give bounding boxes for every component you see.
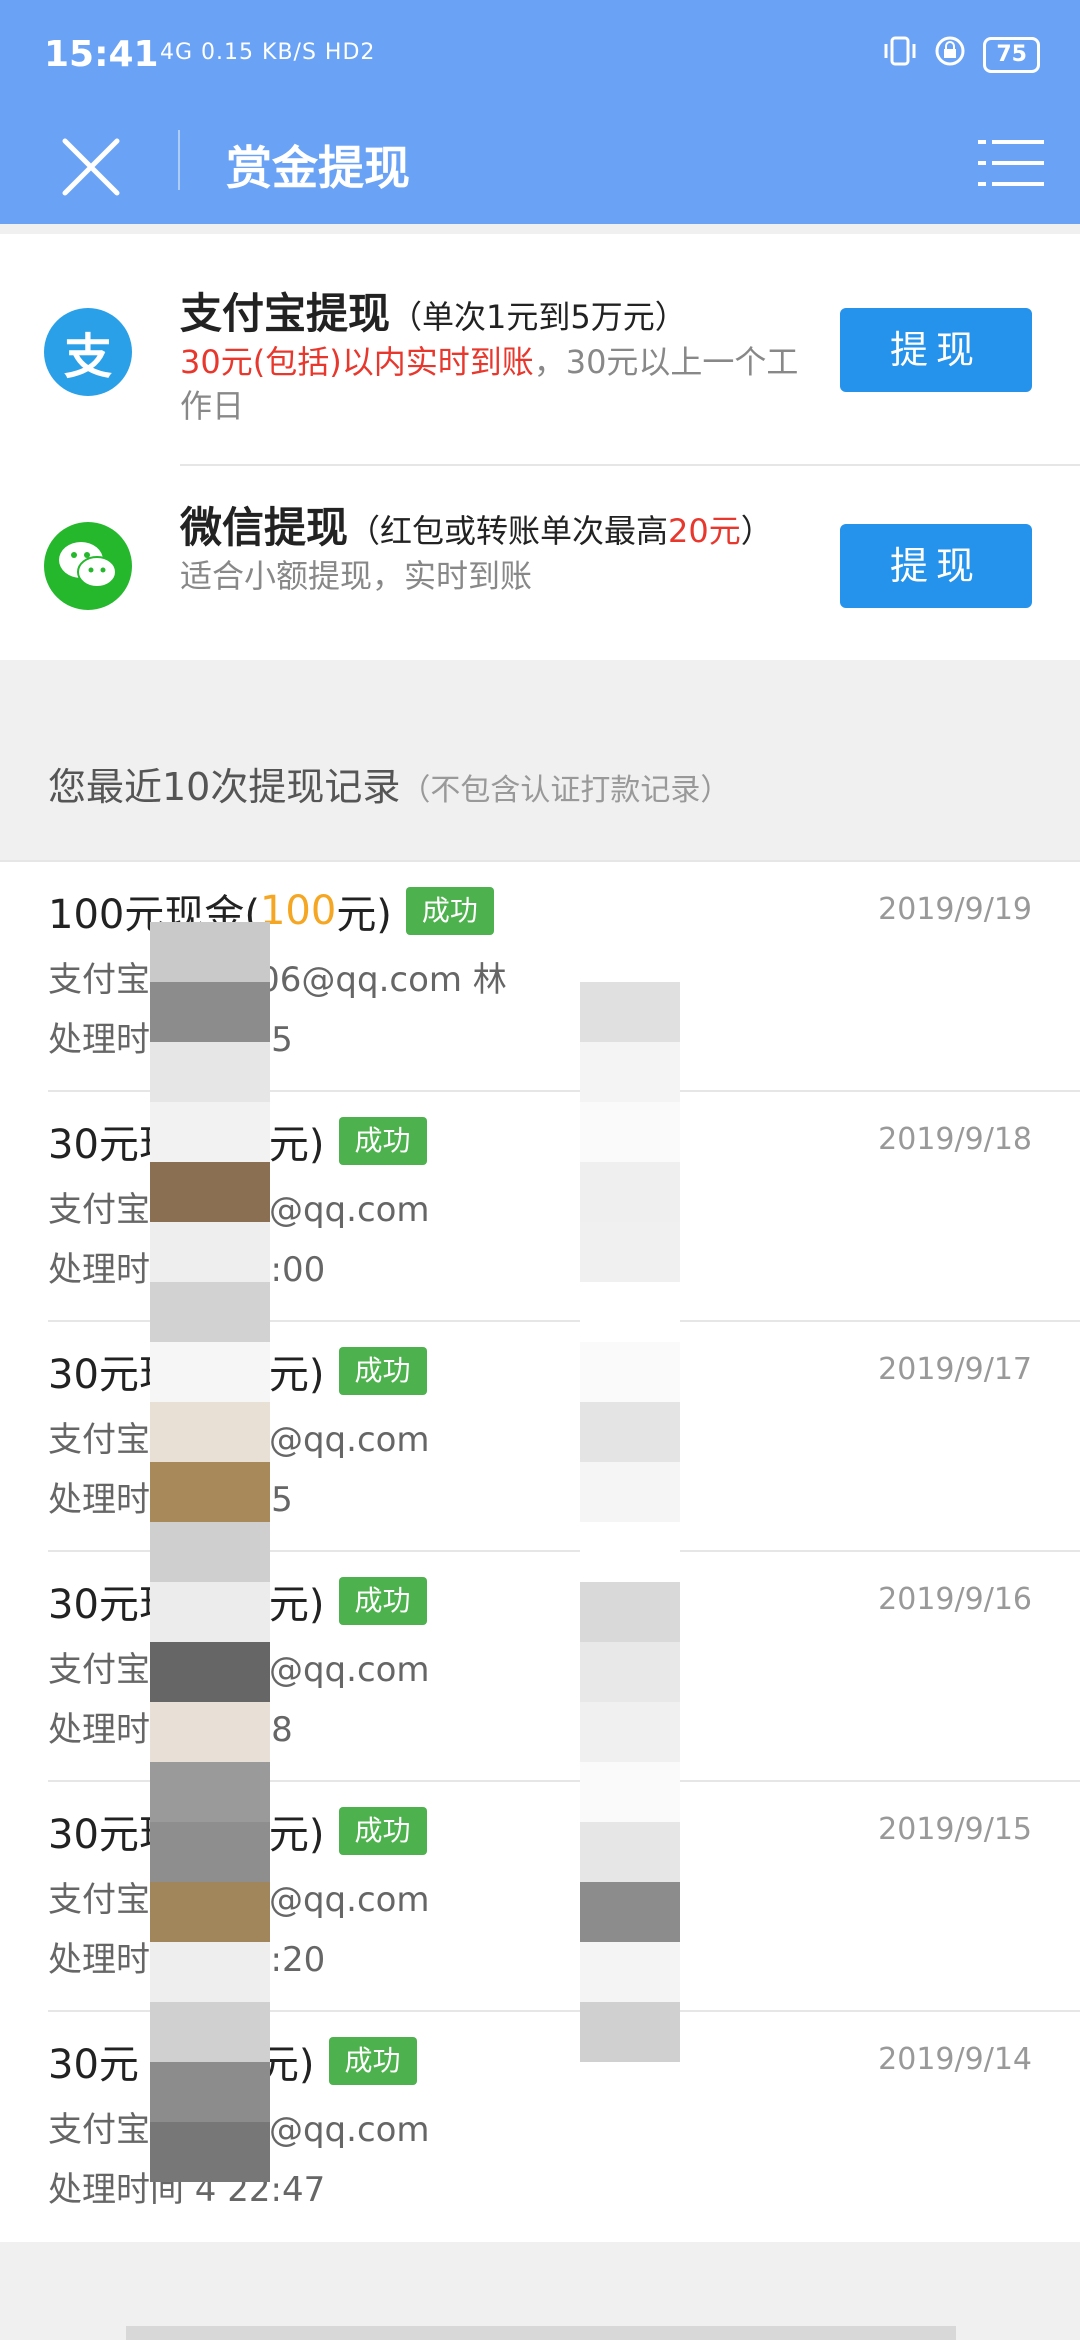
toolbar-divider [178,130,180,190]
bottom-bar-hint [126,2326,956,2340]
wechat-description: 适合小额提现，实时到账 [180,557,533,595]
wechat-icon [44,522,132,610]
record-date: 2019/9/19 [878,892,1032,927]
records-list: 100元现金(100 元) 成功 2019/9/19 支付宝 1 67306@qq.… [0,860,1080,2242]
record-title: 100元现金(100 元) 成功 [48,882,494,940]
status-badge: 成功 [338,1347,427,1395]
close-button[interactable] [48,124,134,210]
privacy-mosaic [580,982,680,2122]
status-badge: 成功 [328,2037,417,2085]
network-indicator: 4G 0.15 KB/S HD2 [160,40,376,65]
record-date: 2019/9/17 [878,1352,1032,1387]
record-account: 支付宝 1 67306@qq.com 林 [48,960,507,1000]
status-time: 15:41 [44,34,159,75]
withdraw-methods: 支 支付宝提现（单次1元到5万元） 30元(包括)以内实时到账，30元以上一个工… [0,234,1080,660]
wechat-withdraw-button[interactable]: 提现 [840,524,1032,608]
page-title: 赏金提现 [226,141,410,195]
status-badge: 成功 [338,1807,427,1855]
alipay-withdraw-button[interactable]: 提现 [840,308,1032,392]
alipay-title: 支付宝提现（单次1元到5万元） [180,289,687,338]
record-date: 2019/9/16 [878,1582,1032,1617]
battery-level: 75 [983,36,1040,73]
wechat-title: 微信提现（红包或转账单次最高20元） [180,503,773,552]
status-badge: 成功 [338,1117,427,1165]
vibrate-icon [883,34,917,75]
privacy-mosaic [150,922,270,2182]
menu-button[interactable] [976,128,1046,198]
record-date: 2019/9/18 [878,1122,1032,1157]
lock-rotation-icon [933,34,967,75]
alipay-description: 30元(包括)以内实时到账，30元以上一个工作日 [180,343,799,425]
records-heading: 您最近10次提现记录（不包含认证打款记录） [48,765,731,809]
status-bar: 15:41 4G 0.15 KB/S HD2 75 [0,0,1080,110]
record-date: 2019/9/14 [878,2042,1032,2077]
status-badge: 成功 [338,1577,427,1625]
alipay-icon: 支 [44,308,132,396]
toolbar: 赏金提现 [0,110,1080,224]
close-icon [62,138,120,196]
record-date: 2019/9/15 [878,1812,1032,1847]
status-badge: 成功 [405,887,494,935]
status-icons: 75 [883,34,1040,75]
app-header: 15:41 4G 0.15 KB/S HD2 75 赏金提现 [0,0,1080,224]
list-menu-icon [978,140,1044,186]
method-divider [180,464,1080,466]
